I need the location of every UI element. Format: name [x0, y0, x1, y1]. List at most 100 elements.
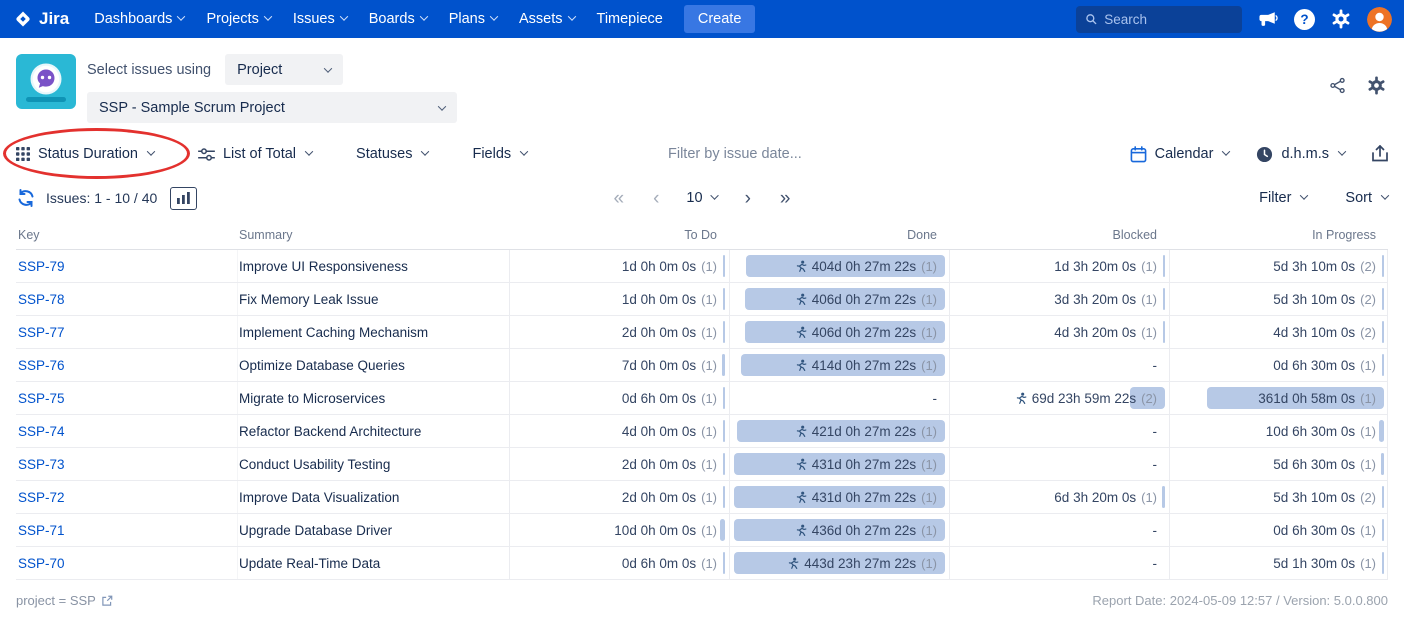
nav-item-plans[interactable]: Plans: [438, 0, 508, 38]
runner-icon: [794, 260, 807, 273]
external-link-icon: [101, 595, 113, 607]
duration-bar: [723, 552, 725, 574]
runner-icon: [794, 425, 807, 438]
nav-item-timepiece[interactable]: Timepiece: [586, 0, 674, 38]
issue-key-link[interactable]: SSP-79: [18, 259, 65, 274]
issue-summary: Improve UI Responsiveness: [237, 250, 509, 282]
page-size-select[interactable]: 10: [686, 190, 717, 206]
nav-item-boards[interactable]: Boards: [358, 0, 438, 38]
issue-key-link[interactable]: SSP-74: [18, 424, 65, 439]
avatar-icon: [1367, 7, 1392, 32]
statuses-select[interactable]: Statuses: [356, 146, 428, 162]
chevron-down-icon: [490, 12, 498, 20]
share-button[interactable]: [1329, 77, 1346, 94]
navbar-search[interactable]: [1076, 6, 1242, 33]
cell-key: SSP-79: [16, 250, 237, 282]
issue-key-link[interactable]: SSP-75: [18, 391, 65, 406]
export-icon: [1372, 145, 1388, 163]
report-toolbar: Status Duration List of Total Statuses F…: [0, 131, 1404, 177]
column-header-summary: Summary: [237, 221, 509, 249]
table-row[interactable]: SSP-79 Improve UI Responsiveness 1d 0h 0…: [16, 250, 1388, 283]
filter-select[interactable]: Filter: [1259, 190, 1307, 206]
duration-bar: [1382, 552, 1384, 574]
search-input[interactable]: [1104, 12, 1233, 27]
table-row[interactable]: SSP-74 Refactor Backend Architecture 4d …: [16, 415, 1388, 448]
cell-todo-duration: 2d 0h 0m 0s(1): [509, 481, 729, 513]
tune-icon: [198, 148, 215, 161]
user-avatar[interactable]: [1367, 7, 1392, 32]
status-duration-table: Key Summary To Do Done Blocked In Progre…: [16, 221, 1388, 580]
help-icon: ?: [1294, 9, 1315, 30]
runner-icon: [794, 293, 807, 306]
issue-summary: Improve Data Visualization: [237, 481, 509, 513]
table-row[interactable]: SSP-75 Migrate to Microservices 0d 6h 0m…: [16, 382, 1388, 415]
announcements-button[interactable]: [1258, 10, 1278, 28]
nav-item-assets[interactable]: Assets: [508, 0, 586, 38]
cell-done-duration: 431d 0h 27m 22s(1): [729, 481, 949, 513]
issue-key-link[interactable]: SSP-71: [18, 523, 65, 538]
duration-bar: [722, 354, 725, 376]
chart-view-button[interactable]: [170, 187, 197, 210]
last-page-icon[interactable]: »: [778, 189, 793, 208]
jira-logo[interactable]: Jira: [14, 9, 69, 29]
export-button[interactable]: [1372, 145, 1388, 163]
duration-bar: [1382, 486, 1385, 508]
issue-key-link[interactable]: SSP-72: [18, 490, 65, 505]
fields-select[interactable]: Fields: [472, 146, 527, 162]
calendar-select[interactable]: Calendar: [1130, 146, 1230, 163]
issue-source-select[interactable]: Project: [225, 54, 343, 85]
bar-chart-icon: [177, 192, 190, 204]
pagination: « ‹ 10 › »: [612, 189, 793, 208]
table-row[interactable]: SSP-73 Conduct Usability Testing 2d 0h 0…: [16, 448, 1388, 481]
runner-icon: [786, 557, 799, 570]
report-settings-button[interactable]: [1367, 76, 1386, 95]
cell-key: SSP-72: [16, 481, 237, 513]
cell-key: SSP-71: [16, 514, 237, 546]
issue-key-link[interactable]: SSP-73: [18, 457, 65, 472]
cell-inprogress-duration: 361d 0h 58m 0s(1): [1169, 382, 1388, 414]
cell-key: SSP-75: [16, 382, 237, 414]
list-type-select[interactable]: List of Total: [198, 146, 312, 162]
table-row[interactable]: SSP-71 Upgrade Database Driver 10d 0h 0m…: [16, 514, 1388, 547]
nav-item-issues[interactable]: Issues: [282, 0, 358, 38]
report-type-select[interactable]: Status Duration: [16, 146, 154, 162]
cell-blocked-duration: -: [949, 415, 1169, 447]
nav-item-projects[interactable]: Projects: [195, 0, 281, 38]
chevron-down-icon: [147, 147, 155, 155]
cell-blocked-duration: -: [949, 547, 1169, 579]
issue-key-link[interactable]: SSP-78: [18, 292, 65, 307]
first-page-icon[interactable]: «: [612, 189, 627, 208]
column-header-inprogress: In Progress: [1169, 221, 1388, 249]
table-row[interactable]: SSP-77 Implement Caching Mechanism 2d 0h…: [16, 316, 1388, 349]
help-button[interactable]: ?: [1294, 9, 1315, 30]
sort-select[interactable]: Sort: [1345, 190, 1388, 206]
project-select[interactable]: SSP - Sample Scrum Project: [87, 92, 457, 123]
select-issues-label: Select issues using: [87, 62, 211, 78]
chevron-down-icon: [340, 12, 348, 20]
app-logo-icon: [16, 54, 76, 109]
duration-bar: [1382, 354, 1384, 376]
issue-key-link[interactable]: SSP-77: [18, 325, 65, 340]
cell-done-duration: 436d 0h 27m 22s(1): [729, 514, 949, 546]
refresh-icon: [16, 188, 36, 208]
table-row[interactable]: SSP-76 Optimize Database Queries 7d 0h 0…: [16, 349, 1388, 382]
cell-key: SSP-74: [16, 415, 237, 447]
navbar-settings-button[interactable]: [1331, 9, 1351, 29]
table-row[interactable]: SSP-72 Improve Data Visualization 2d 0h …: [16, 481, 1388, 514]
issue-key-link[interactable]: SSP-70: [18, 556, 65, 571]
cell-inprogress-duration: 10d 6h 30m 0s(1): [1169, 415, 1388, 447]
nav-item-dashboards[interactable]: Dashboards: [83, 0, 195, 38]
prev-page-icon[interactable]: ‹: [651, 189, 661, 208]
time-format-select[interactable]: d.h.m.s: [1256, 146, 1345, 163]
column-header-todo: To Do: [509, 221, 729, 249]
issue-date-filter[interactable]: Filter by issue date...: [668, 146, 802, 162]
create-button[interactable]: Create: [684, 5, 756, 33]
issue-key-link[interactable]: SSP-76: [18, 358, 65, 373]
table-row[interactable]: SSP-70 Update Real-Time Data 0d 6h 0m 0s…: [16, 547, 1388, 580]
gear-icon: [1367, 76, 1386, 95]
cell-todo-duration: 7d 0h 0m 0s(1): [509, 349, 729, 381]
jql-query-link[interactable]: project = SSP: [16, 593, 113, 608]
next-page-icon[interactable]: ›: [743, 189, 753, 208]
table-row[interactable]: SSP-78 Fix Memory Leak Issue 1d 0h 0m 0s…: [16, 283, 1388, 316]
refresh-button[interactable]: [16, 188, 36, 208]
